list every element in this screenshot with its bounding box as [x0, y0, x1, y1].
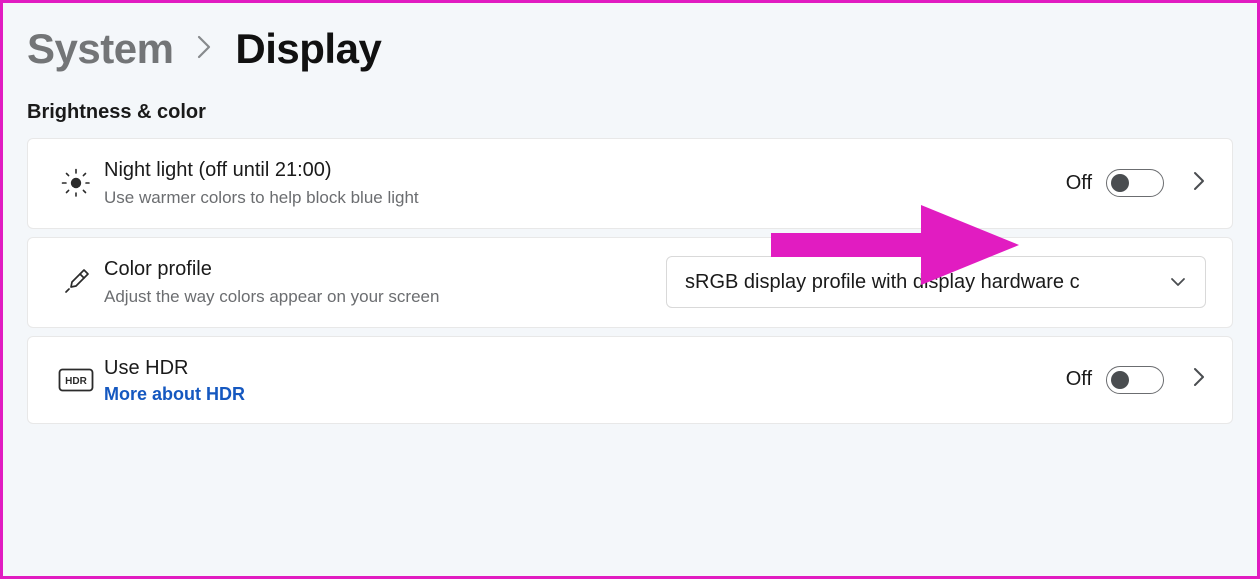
color-profile-title: Color profile — [104, 256, 439, 283]
chevron-down-icon — [1169, 271, 1187, 294]
night-light-title: Night light (off until 21:00) — [104, 157, 419, 184]
color-profile-dropdown[interactable]: sRGB display profile with display hardwa… — [666, 256, 1206, 308]
hdr-icon: HDR — [48, 368, 104, 392]
hdr-row[interactable]: HDR Use HDR More about HDR Off — [27, 336, 1233, 424]
night-light-desc: Use warmer colors to help block blue lig… — [104, 186, 419, 210]
eyedropper-icon — [48, 266, 104, 298]
night-light-toggle-label: Off — [1066, 172, 1092, 195]
svg-text:HDR: HDR — [65, 376, 87, 387]
color-profile-desc: Adjust the way colors appear on your scr… — [104, 285, 439, 309]
night-light-expand-icon[interactable] — [1192, 170, 1206, 197]
hdr-toggle[interactable] — [1106, 366, 1164, 394]
night-light-toggle[interactable] — [1106, 169, 1164, 197]
hdr-toggle-label: Off — [1066, 368, 1092, 391]
breadcrumb-parent[interactable]: System — [27, 25, 173, 73]
night-light-row[interactable]: Night light (off until 21:00) Use warmer… — [27, 138, 1233, 229]
section-heading: Brightness & color — [27, 101, 1233, 124]
color-profile-row[interactable]: Color profile Adjust the way colors appe… — [27, 237, 1233, 328]
hdr-more-link[interactable]: More about HDR — [104, 384, 245, 405]
breadcrumb: System Display — [27, 25, 1233, 73]
hdr-title: Use HDR — [104, 355, 245, 382]
chevron-right-icon — [195, 33, 213, 66]
color-profile-selected: sRGB display profile with display hardwa… — [685, 271, 1159, 294]
hdr-expand-icon[interactable] — [1192, 366, 1206, 393]
night-light-icon — [48, 166, 104, 200]
breadcrumb-current: Display — [235, 25, 381, 73]
